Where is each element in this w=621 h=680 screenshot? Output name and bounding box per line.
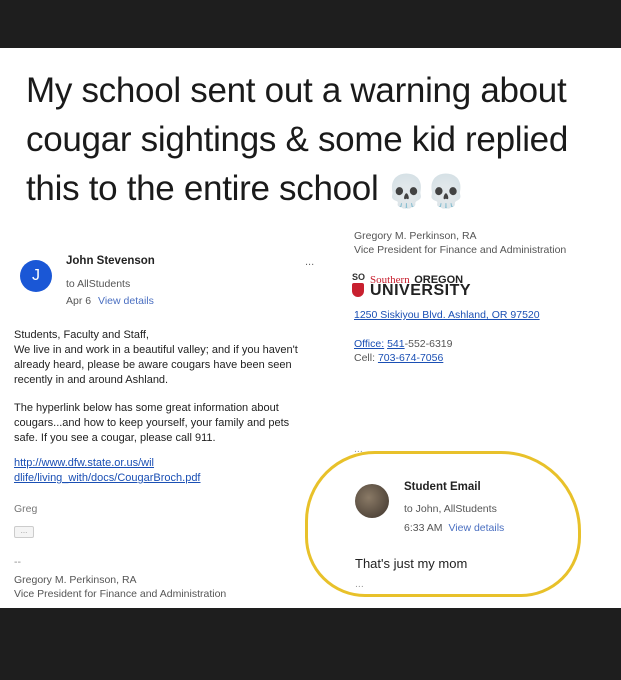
sig-title: Vice President for Finance and Administr…	[14, 588, 227, 600]
recipient-line: to AllStudents	[66, 278, 131, 290]
sig-name: Gregory M. Perkinson, RA	[14, 574, 137, 586]
logo-so: SO	[352, 272, 366, 282]
logo-university: UNIVERSITY	[370, 282, 472, 299]
email-paragraph-2: The hyperlink below has some great infor…	[14, 402, 290, 444]
sig-dash: --	[14, 556, 21, 568]
reply-recipients: to John, AllStudents	[404, 503, 497, 515]
logo-shield-icon	[352, 283, 364, 297]
skull-emoji-icon: 💀💀	[386, 173, 466, 209]
sender-name: John Stevenson	[66, 255, 155, 267]
right-sig-name: Gregory M. Perkinson, RA	[354, 230, 477, 242]
date-line: Apr 6 View details	[66, 295, 154, 307]
office-label: Office:	[354, 338, 385, 350]
reply-sender: Student Email	[404, 481, 481, 493]
reply-dots[interactable]: ...	[355, 578, 364, 590]
cell-phone-link[interactable]: 703-674-7056	[378, 352, 443, 364]
link-line-1[interactable]: http://www.dfw.state.or.us/wil	[14, 456, 201, 471]
student-avatar	[355, 484, 389, 518]
meme-panel: My school sent out a warning about couga…	[0, 48, 621, 608]
reply-time-line: 6:33 AM View details	[404, 522, 504, 534]
reply-time: 6:33 AM	[404, 522, 443, 534]
caption-text: My school sent out a warning about couga…	[26, 71, 569, 208]
signoff: Greg	[14, 503, 38, 515]
cell-line: Cell: 703-674-7056	[354, 352, 443, 364]
expand-quoted-button[interactable]: ...	[14, 526, 34, 538]
reply-message: That's just my mom	[355, 556, 468, 571]
sender-avatar: J	[20, 260, 52, 292]
office-phone-rest: -552-6319	[404, 338, 453, 350]
address-link[interactable]: 1250 Siskiyou Blvd. Ashland, OR 97520	[354, 309, 540, 321]
right-sig-title: Vice President for Finance and Administr…	[354, 244, 567, 256]
cougar-brochure-link[interactable]: http://www.dfw.state.or.us/wil dlife/liv…	[14, 456, 201, 486]
meme-caption: My school sent out a warning about couga…	[26, 66, 616, 216]
office-phone-link[interactable]: 541	[387, 338, 405, 350]
office-line: Office: 541-552-6319	[354, 338, 452, 350]
more-options-icon[interactable]: ...	[305, 256, 314, 268]
link-line-2[interactable]: dlife/living_with/docs/CougarBroch.pdf	[14, 471, 201, 486]
email-date: Apr 6	[66, 295, 92, 307]
email-paragraph-1: Students, Faculty and Staff, We live in …	[14, 329, 298, 386]
reply-view-details-link[interactable]: View details	[448, 522, 504, 534]
view-details-link[interactable]: View details	[98, 295, 154, 307]
cell-label: Cell:	[354, 352, 376, 364]
